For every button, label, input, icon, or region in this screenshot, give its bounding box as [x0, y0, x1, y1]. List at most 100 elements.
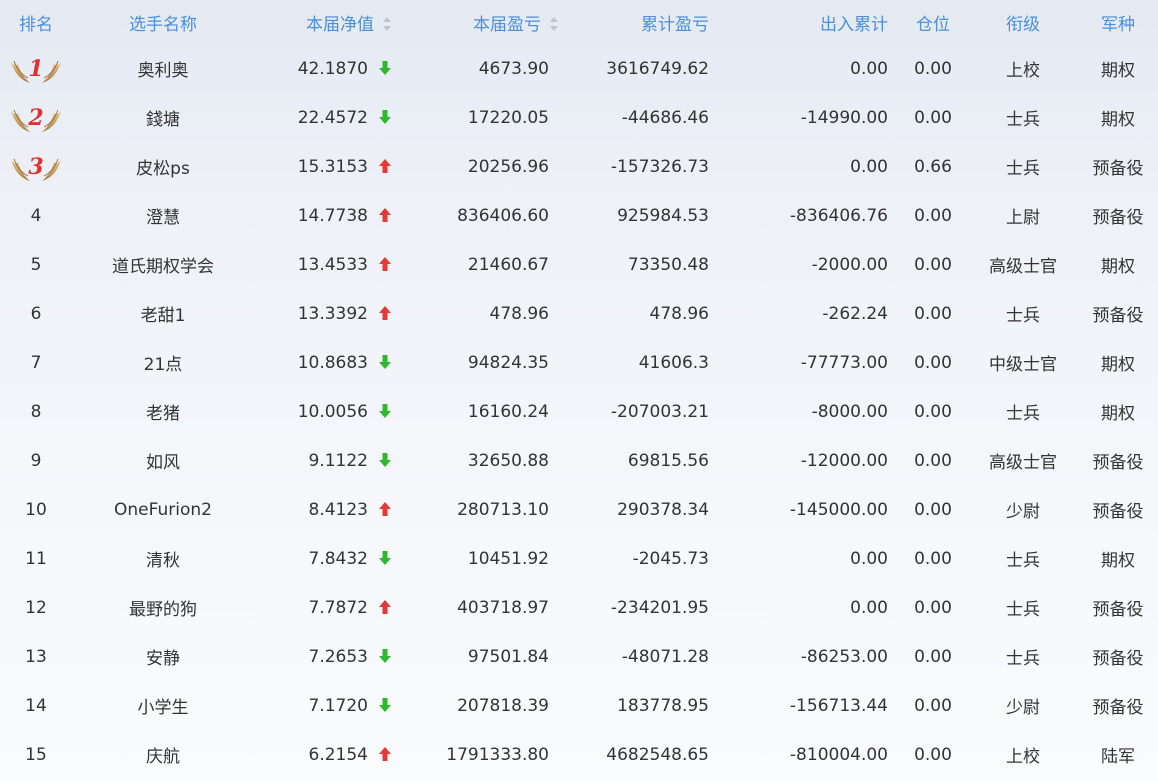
rank-number: 12	[25, 597, 47, 618]
player-name[interactable]: 澄慧	[146, 208, 180, 228]
rank-number: 9	[30, 450, 42, 471]
table-row[interactable]: 6 老甜1 13.3392 478.96 478.96 -262.24 0.00 士兵 预备役	[0, 289, 1158, 338]
profit-value: 16160.24	[467, 401, 549, 422]
table-row[interactable]: 2 錢塘 22.4572 17220.05 -44686.46 -14990.00 0.00…	[0, 93, 1158, 142]
position-value: 0.00	[914, 254, 952, 275]
player-name[interactable]: 奥利奥	[138, 61, 189, 81]
col-header-profit[interactable]: 本届盈亏	[392, 0, 559, 44]
col-header-cumulative-profit-label: 累计盈亏	[641, 14, 709, 35]
sort-icon[interactable]	[549, 16, 559, 31]
table-row[interactable]: 7 21点 10.8683 94824.35 41606.3 -77773.00 0.00 中…	[0, 338, 1158, 387]
inout-value: 0.00	[850, 597, 888, 618]
col-header-inout[interactable]: 出入累计	[719, 0, 898, 44]
player-name-cell[interactable]: 老甜1	[72, 289, 254, 338]
player-name[interactable]: OneFurion2	[114, 500, 212, 520]
position-value: 0.00	[914, 548, 952, 569]
col-header-name[interactable]: 选手名称	[72, 0, 254, 44]
table-row[interactable]: 9 如风 9.1122 32650.88 69815.56 -12000.00 0.00 高级…	[0, 436, 1158, 485]
player-name-cell[interactable]: 道氏期权学会	[72, 240, 254, 289]
table-row[interactable]: 15 庆航 6.2154 1791333.80 4682548.65 -810004.00…	[0, 730, 1158, 779]
branch-cell: 预备役	[1078, 289, 1158, 338]
cumulative-profit-cell: 3616749.62	[559, 44, 719, 93]
branch-cell: 预备役	[1078, 632, 1158, 681]
profit-value: 403718.97	[457, 597, 549, 618]
rank-cell: 2	[0, 93, 72, 142]
rank-number: 11	[25, 548, 47, 569]
rank-title: 上校	[1006, 747, 1040, 767]
player-name[interactable]: 道氏期权学会	[112, 257, 214, 277]
rank-number: 15	[25, 744, 47, 765]
position-cell: 0.00	[898, 191, 968, 240]
position-value: 0.00	[914, 205, 952, 226]
branch-cell: 预备役	[1078, 191, 1158, 240]
table-row[interactable]: 1 奥利奥 42.1870 4673.90 3616749.62 0.00 0.00 上校 期权	[0, 44, 1158, 93]
player-name-cell[interactable]: 如风	[72, 436, 254, 485]
table-row[interactable]: 4 澄慧 14.7738 836406.60 925984.53 -836406.76 0.…	[0, 191, 1158, 240]
ranking-table: 排名 选手名称 本届净值 本届盈亏 累计盈亏 出入累计 仓位 衔级 军种 1 奥利…	[0, 0, 1158, 779]
player-name[interactable]: 安静	[146, 649, 180, 669]
inout-value: 0.00	[850, 156, 888, 177]
player-name[interactable]: 老甜1	[141, 306, 186, 326]
player-name-cell[interactable]: 錢塘	[72, 93, 254, 142]
col-header-position[interactable]: 仓位	[898, 0, 968, 44]
col-header-branch[interactable]: 军种	[1078, 0, 1158, 44]
table-row[interactable]: 13 安静 7.2653 97501.84 -48071.28 -86253.00 0.00…	[0, 632, 1158, 681]
profit-cell: 4673.90	[392, 44, 559, 93]
rank-cell: 14	[0, 681, 72, 730]
player-name[interactable]: 小学生	[138, 698, 189, 718]
profit-cell: 403718.97	[392, 583, 559, 632]
rank-medal: 1	[8, 52, 64, 86]
up-arrow-icon	[379, 599, 391, 614]
player-name-cell[interactable]: 清秋	[72, 534, 254, 583]
table-row[interactable]: 8 老猪 10.0056 16160.24 -207003.21 -8000.00 0.00…	[0, 387, 1158, 436]
player-name[interactable]: 如风	[146, 453, 180, 473]
player-name-cell[interactable]: 最野的狗	[72, 583, 254, 632]
player-name-cell[interactable]: OneFurion2	[72, 485, 254, 534]
player-name[interactable]: 最野的狗	[129, 600, 197, 620]
player-name[interactable]: 庆航	[146, 747, 180, 767]
player-name-cell[interactable]: 小学生	[72, 681, 254, 730]
col-header-net-value[interactable]: 本届净值	[254, 0, 392, 44]
inout-cell: 0.00	[719, 44, 898, 93]
player-name-cell[interactable]: 老猪	[72, 387, 254, 436]
profit-value: 4673.90	[478, 58, 549, 79]
net-value: 14.7738	[297, 205, 368, 226]
player-name-cell[interactable]: 庆航	[72, 730, 254, 779]
sort-icon[interactable]	[382, 16, 392, 31]
table-row[interactable]: 5 道氏期权学会 13.4533 21460.67 73350.48 -2000.00 0.…	[0, 240, 1158, 289]
player-name[interactable]: 錢塘	[146, 110, 180, 130]
player-name[interactable]: 皮松ps	[136, 159, 190, 179]
rank-cell: 9	[0, 436, 72, 485]
inout-cell: -156713.44	[719, 681, 898, 730]
table-row[interactable]: 12 最野的狗 7.7872 403718.97 -234201.95 0.00 0.00 士…	[0, 583, 1158, 632]
player-name-cell[interactable]: 奥利奥	[72, 44, 254, 93]
player-name[interactable]: 清秋	[146, 551, 180, 571]
inout-value: 0.00	[850, 548, 888, 569]
col-header-cumulative-profit[interactable]: 累计盈亏	[559, 0, 719, 44]
table-row[interactable]: 11 清秋 7.8432 10451.92 -2045.73 0.00 0.00 士兵 期权	[0, 534, 1158, 583]
net-value: 8.4123	[308, 499, 368, 520]
rank-medal: 3	[8, 150, 64, 184]
table-row[interactable]: 10 OneFurion2 8.4123 280713.10 290378.34 -145…	[0, 485, 1158, 534]
position-cell: 0.00	[898, 289, 968, 338]
branch-value: 期权	[1101, 551, 1135, 571]
branch-cell: 期权	[1078, 240, 1158, 289]
player-name-cell[interactable]: 澄慧	[72, 191, 254, 240]
rank-number: 1	[28, 55, 44, 82]
col-header-branch-label: 军种	[1101, 14, 1135, 35]
branch-cell: 预备役	[1078, 681, 1158, 730]
table-row[interactable]: 14 小学生 7.1720 207818.39 183778.95 -156713.44 0…	[0, 681, 1158, 730]
player-name[interactable]: 老猪	[146, 404, 180, 424]
header-row: 排名 选手名称 本届净值 本届盈亏 累计盈亏 出入累计 仓位 衔级 军种	[0, 0, 1158, 44]
table-row[interactable]: 3 皮松ps 15.3153 20256.96 -157326.73 0.00 0.66 士兵…	[0, 142, 1158, 191]
player-name-cell[interactable]: 皮松ps	[72, 142, 254, 191]
rank-medal: 2	[8, 101, 64, 135]
player-name-cell[interactable]: 安静	[72, 632, 254, 681]
inout-value: -77773.00	[800, 352, 888, 373]
inout-cell: -145000.00	[719, 485, 898, 534]
position-value: 0.00	[914, 303, 952, 324]
col-header-rank[interactable]: 排名	[0, 0, 72, 44]
col-header-title[interactable]: 衔级	[968, 0, 1078, 44]
player-name-cell[interactable]: 21点	[72, 338, 254, 387]
player-name[interactable]: 21点	[144, 355, 183, 375]
